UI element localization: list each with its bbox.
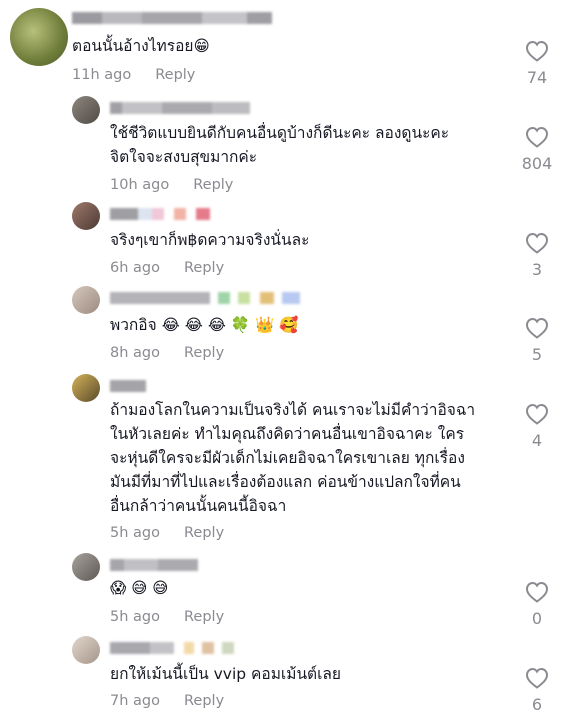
reply-button[interactable]: Reply [184,609,224,625]
username-blurred[interactable] [110,292,300,304]
reply-button[interactable]: Reply [155,67,195,83]
heart-icon [525,403,549,425]
like-button[interactable]: 74 [517,40,557,87]
comment-meta: 7h ago Reply [110,693,224,709]
heart-icon [525,317,549,339]
comment-text: ใช้ชีวิตแบบยินดีกับคนอื่นดูบ้างก็ดีนะคะ … [110,121,449,169]
comment-text: ตอนนั้นอ้างไทรอย😁 [72,34,210,58]
like-count: 804 [521,154,553,173]
comment-line: อื่นกล้าว่าคนนั้นคนนี้อิจฉา [110,497,287,515]
like-count: 74 [526,68,548,87]
comment-meta: 5h ago Reply [110,525,224,541]
avatar-image [72,96,100,124]
heart-icon [525,667,549,689]
reply-button[interactable]: Reply [184,260,224,276]
like-count: 4 [531,431,543,450]
reply-button[interactable]: Reply [184,693,224,709]
timestamp: 8h ago [110,345,160,361]
comment-line: ยกให้เม้นนี้เป็น vvip คอมเม้นต์เลย [110,665,341,683]
like-count: 5 [531,345,543,364]
comment-meta: 11h ago Reply [72,67,195,83]
avatar[interactable] [72,636,100,664]
comment-line: จะหุ่นดีใครจะมีผัวเด็กไม่เคยอิจฉาใครเขาเ… [110,449,465,467]
comment-meta: 6h ago Reply [110,260,224,276]
comment-line: ถ้ามองโลกในความเป็นจริงได้ คนเราจะไม่มีค… [110,401,476,419]
like-button[interactable]: 5 [517,317,557,364]
heart-icon [525,232,549,254]
heart-icon [525,581,549,603]
comment-text: ถ้ามองโลกในความเป็นจริงได้ คนเราจะไม่มีค… [110,398,475,518]
like-count: 6 [531,695,543,714]
avatar[interactable] [72,96,100,124]
like-button[interactable]: 0 [517,581,557,628]
avatar[interactable] [72,286,100,314]
avatar[interactable] [72,553,100,581]
like-button[interactable]: 804 [517,126,557,173]
avatar[interactable] [10,8,68,66]
avatar[interactable] [72,202,100,230]
heart-icon [525,40,549,62]
comment-line: พวกอิจ 😂 😂 😂 🍀 👑 🥰 [110,316,299,334]
timestamp: 10h ago [110,177,170,193]
comment-line: ในหัวเลยค่ะ ทำไมคุณถึงคิดว่าคนอื่นเขาอิจ… [110,425,465,443]
avatar-image [72,202,100,230]
heart-icon [525,126,549,148]
timestamp: 6h ago [110,260,160,276]
timestamp: 5h ago [110,525,160,541]
avatar-image [72,553,100,581]
like-button[interactable]: 6 [517,667,557,714]
like-count: 0 [531,609,543,628]
timestamp: 5h ago [110,609,160,625]
like-button[interactable]: 4 [517,403,557,450]
comment-line: มันมีที่มาที่ไปและเรื่องต้องแลก ค่อนข้าง… [110,473,461,491]
like-count: 3 [531,260,543,279]
avatar-image [72,286,100,314]
comment-line: ใช้ชีวิตแบบยินดีกับคนอื่นดูบ้างก็ดีนะคะ … [110,124,450,142]
comment-line: 😱 😅 😅 [110,579,169,597]
username-blurred[interactable] [110,208,210,220]
avatar-image [10,8,68,66]
comment-text: จริงๆเขาก็พ฿ดความจริงนั่นละ [110,228,309,252]
comment-meta: 10h ago Reply [110,177,233,193]
avatar[interactable] [72,374,100,402]
timestamp: 11h ago [72,67,132,83]
timestamp: 7h ago [110,693,160,709]
username-blurred[interactable] [110,559,198,571]
comment-meta: 8h ago Reply [110,345,224,361]
comment-line: จริงๆเขาก็พ฿ดความจริงนั่นละ [110,231,310,249]
username-blurred[interactable] [110,380,146,392]
avatar-image [72,636,100,664]
comment-meta: 5h ago Reply [110,609,224,625]
comment-text: 😱 😅 😅 [110,576,168,600]
reply-button[interactable]: Reply [184,525,224,541]
username-blurred[interactable] [110,642,234,654]
comment-text: พวกอิจ 😂 😂 😂 🍀 👑 🥰 [110,313,299,337]
comment-text: ยกให้เม้นนี้เป็น vvip คอมเม้นต์เลย [110,662,341,686]
comment-line: ตอนนั้นอ้างไทรอย😁 [72,37,210,55]
username-blurred[interactable] [110,102,250,114]
avatar-image [72,374,100,402]
like-button[interactable]: 3 [517,232,557,279]
reply-button[interactable]: Reply [193,177,233,193]
reply-button[interactable]: Reply [184,345,224,361]
comment-line: จิตใจจะสงบสุขมากค่ะ [110,148,258,166]
username-blurred[interactable] [72,12,272,24]
